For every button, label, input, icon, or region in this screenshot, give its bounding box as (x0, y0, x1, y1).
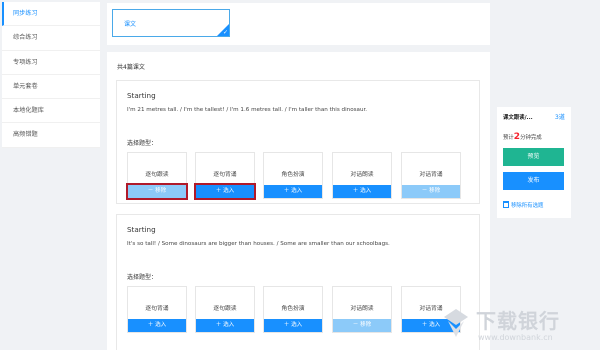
check-icon: ✓ (222, 29, 228, 36)
question-type-row: 逐句跟读 － 移除 逐句背诵 ＋ 选入 角色扮演 ＋ 选入 对话朗读 ＋ 选入 … (126, 152, 472, 200)
type-name: 逐句背诵 (145, 306, 169, 312)
summary-heading: 课文跟读/... (503, 115, 533, 121)
clear-all-link[interactable]: 移除所有选题 (503, 201, 543, 209)
lesson-list-panel: 共4篇课文 Starting I'm 21 metres tall. / I'm… (107, 52, 490, 350)
type-card: 对话朗读 － 移除 (332, 286, 392, 333)
downbank-logo-icon (444, 309, 468, 337)
type-card: 逐句跟读 － 移除 (126, 152, 188, 200)
type-card: 角色扮演 ＋ 选入 (263, 152, 323, 199)
sidebar-item-sync-practice[interactable]: 同步练习 (2, 2, 100, 27)
lesson-type-label: 课文 (124, 21, 137, 28)
lesson-type-option[interactable]: 课文 ✓ (112, 9, 230, 37)
type-name: 逐句跟读 (145, 172, 169, 178)
lesson-type-panel: 课文 ✓ (107, 3, 490, 45)
preview-button[interactable]: 预览 (503, 148, 564, 166)
watermark-title: 下载银行 (476, 309, 560, 333)
type-card: 逐句背诵 ＋ 选入 (127, 286, 187, 333)
type-name: 逐句背诵 (213, 172, 237, 178)
estimated-time: 预计2分钟完成 (503, 132, 542, 142)
lesson-count: 共4篇课文 (117, 64, 145, 71)
remove-button[interactable]: － 移除 (333, 319, 391, 332)
clear-all-label: 移除所有选题 (511, 203, 544, 209)
type-card: 逐句背诵 ＋ 选入 (194, 152, 256, 200)
type-name: 逐句跟读 (213, 306, 237, 312)
lesson-title: Starting (127, 225, 156, 234)
type-name: 对话背诵 (419, 172, 443, 178)
type-name: 对话朗读 (350, 306, 374, 312)
type-card: 对话朗读 ＋ 选入 (332, 152, 392, 199)
lesson-card: Starting I'm 21 metres tall. / I'm the t… (116, 80, 480, 204)
sidebar-item-comprehensive-practice[interactable]: 综合练习 (2, 26, 100, 51)
type-card: 逐句跟读 ＋ 选入 (195, 286, 255, 333)
add-button[interactable]: ＋ 选入 (194, 183, 256, 200)
time-suffix: 分钟完成 (520, 135, 542, 141)
add-button[interactable]: ＋ 选入 (264, 319, 322, 332)
watermark: 下载银行 www.downbank.cn (442, 303, 598, 347)
sidebar-item-frequent-errors[interactable]: 高频错题 (2, 123, 100, 148)
question-type-row: 逐句背诵 ＋ 选入 逐句跟读 ＋ 选入 角色扮演 ＋ 选入 对话朗读 － 移除 … (127, 286, 472, 333)
type-name: 角色扮演 (281, 306, 305, 312)
lesson-card: Starting It's so tall! / Some dinosaurs … (116, 214, 480, 350)
sidebar-item-special-practice[interactable]: 专项练习 (2, 51, 100, 75)
summary-count: 3道 (554, 114, 565, 121)
add-button[interactable]: ＋ 选入 (196, 319, 254, 332)
type-name: 对话朗读 (350, 172, 374, 178)
sidebar: 同步练习 综合练习 专项练习 单元套卷 本地化题库 高频错题 (2, 2, 100, 148)
type-card: 角色扮演 ＋ 选入 (263, 286, 323, 333)
time-prefix: 预计 (503, 135, 514, 141)
sidebar-item-unit-papers[interactable]: 单元套卷 (2, 75, 100, 100)
select-type-label: 选择题型： (127, 274, 158, 281)
publish-button[interactable]: 发布 (503, 172, 564, 190)
trash-icon (503, 201, 509, 208)
remove-button[interactable]: － 移除 (402, 185, 460, 198)
type-name: 角色扮演 (281, 172, 305, 178)
sidebar-item-local-bank[interactable]: 本地化题库 (2, 99, 100, 124)
add-button[interactable]: ＋ 选入 (264, 185, 322, 198)
watermark-url: www.downbank.cn (478, 333, 553, 342)
lesson-sentence: It's so tall! / Some dinosaurs are bigge… (127, 241, 390, 247)
type-card: 对话背诵 － 移除 (401, 152, 461, 199)
selection-summary: 课文跟读/... 3道 预计2分钟完成 预览 发布 移除所有选题 (497, 107, 571, 218)
lesson-title: Starting (127, 91, 156, 100)
add-button[interactable]: ＋ 选入 (128, 319, 186, 332)
lesson-sentence: I'm 21 metres tall. / I'm the tallest! /… (127, 107, 368, 113)
select-type-label: 选择题型： (127, 140, 158, 147)
add-button[interactable]: ＋ 选入 (333, 185, 391, 198)
remove-button[interactable]: － 移除 (126, 183, 188, 200)
